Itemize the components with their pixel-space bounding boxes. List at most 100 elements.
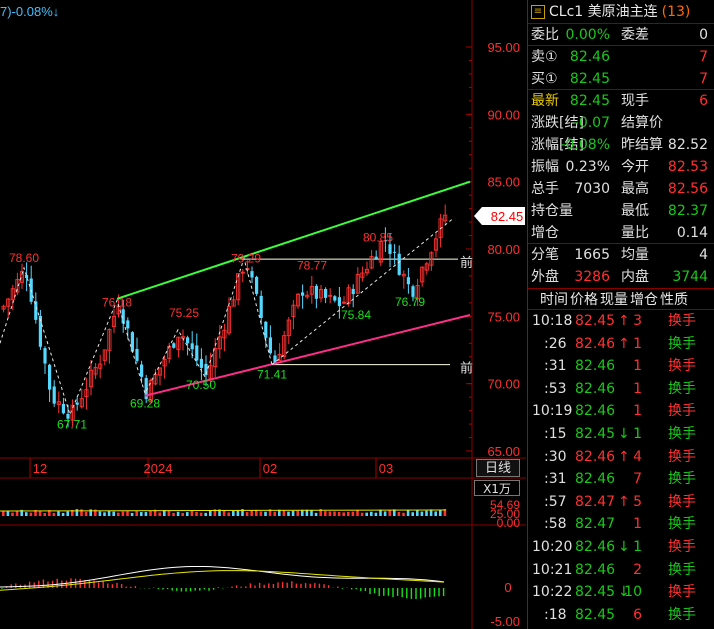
candle-body [199,358,203,368]
quote-label: 内盘 [621,269,649,285]
volume-bar [287,511,290,516]
quote-label: 最高 [621,181,649,197]
tick-price: 82.45 [575,425,616,442]
contract-count: (13) [661,3,691,20]
tick-row[interactable]: :18 82.45 6 换手 [528,604,714,627]
volume-bar [328,511,332,516]
tick-volume: 7 [633,471,642,488]
tick-nature: 换手 [668,471,696,488]
tick-time: :58 [544,516,567,533]
quote-value: 82.52 [667,137,708,153]
tick-time: :30 [544,448,567,465]
tick-time: :31 [544,358,567,375]
tick-row[interactable]: :53 82.46 1 换手 [528,378,714,401]
tick-volume: 4 [633,448,642,465]
quote-value: 0.00% [565,27,610,43]
tick-time: :18 [544,606,567,623]
kline-chart[interactable]: 7)-0.08%↓ 95.00 90.00 85.00 80.00 75.00 70.00 6… [0,0,526,629]
tick-price: 82.47 [575,516,616,533]
volume-bar [273,511,276,516]
quote-value: 3744 [672,269,708,285]
tick-time: :15 [544,425,567,442]
ticks-header-cell: 增仓 [630,292,658,308]
quote-row: 涨幅[结] -0.08% 昨结算 82.52 [528,134,714,156]
tick-row[interactable]: :58 82.47 1 换手 [528,513,714,536]
volume-bar [66,511,69,516]
tick-time: :53 [544,380,567,397]
tick-row[interactable]: :31 82.46 7 换手 [528,468,714,491]
tick-nature: 换手 [668,584,696,601]
volume-bar [140,512,143,516]
quote-value: 1665 [574,247,610,263]
quote-label: 量比 [621,225,649,241]
quote-value: 7 [699,49,708,65]
volume-bar [402,512,405,516]
volume-bar [264,511,267,516]
ticks-list[interactable]: 10:18 82.45 ↑ 3 换手:26 82.46 ↑ 1 换手:31 82.46 1 换手:53… [528,310,714,626]
volume-bar [342,512,345,516]
tick-row[interactable]: :30 82.46 ↑ 4 换手 [528,446,714,469]
tick-direction: ↑ [618,313,630,329]
price-axis-label: 75.00 [487,309,520,324]
volume-bar [365,512,368,516]
tick-row[interactable]: :15 82.45 ↓ 1 换手 [528,423,714,446]
candle-body [25,274,29,279]
volume-bar [103,512,106,516]
tick-direction: ↑ [618,493,630,510]
quote-row: 增仓 量比 0.14 [528,222,714,244]
volume-bar [259,511,263,516]
tick-row[interactable]: 10:21 82.46 2 换手 [528,559,714,582]
candle-body [259,295,263,318]
price-annotation: 71.41 [257,368,287,382]
candle-body [140,364,144,377]
ticks-header-cell: 性质 [660,292,688,308]
quote-value: 82.37 [667,203,708,219]
quote-value: -0.07 [573,115,610,131]
date-axis-label: 02 [263,461,277,476]
volume-bar [135,510,138,516]
volume-bar [107,510,111,516]
quote-rows: 委比 0.00% 委差 0 卖① 82.46 7 买① 82.45 7 最新 82.45 现手 6 涨跌[结… [528,24,714,288]
volume-bar [112,511,115,516]
volume-bar [121,511,125,516]
tick-volume: 1 [633,358,642,375]
quote-label: 委比 [531,27,559,43]
period-tab-daily[interactable]: 日线 [476,459,520,477]
tick-nature: 换手 [668,313,696,329]
volume-scale-label[interactable]: X1万 [474,480,520,496]
tick-price: 82.46 [575,403,616,420]
volume-bar [43,512,46,516]
tick-price: 82.46 [575,335,616,352]
candle-body [61,403,65,414]
price-axis-label: 95.00 [487,40,520,55]
tick-row[interactable]: 10:18 82.45 ↑ 3 换手 [528,310,714,333]
volume-bar [250,510,253,516]
quote-row: 最新 82.45 现手 6 [528,90,714,112]
tick-volume: 1 [633,403,642,420]
tick-volume: 5 [633,493,642,510]
volume-bar [227,512,230,516]
volume-bar [199,512,203,516]
tick-row[interactable]: :57 82.47 ↑ 5 换手 [528,491,714,514]
candle-body [397,253,401,275]
kline-chart-area[interactable]: 7)-0.08%↓ 95.00 90.00 85.00 80.00 75.00 70.00 6… [0,0,526,629]
tick-row[interactable]: :26 82.46 ↑ 1 换手 [528,333,714,356]
tick-row[interactable]: :31 82.46 1 换手 [528,355,714,378]
ticks-header: 时间 价格 现量 增仓 性质 [528,288,714,310]
price-annotation: 78.77 [297,259,327,273]
volume-bar [117,512,120,516]
tick-row[interactable]: 10:20 82.46 ↓ 1 换手 [528,536,714,559]
tick-nature: 换手 [668,538,696,555]
menu-icon[interactable]: ≡ [531,4,545,19]
volume-bar [232,510,235,516]
volume-bar [296,510,299,516]
quote-label: 昨结算 [621,137,663,153]
quote-value: 82.53 [667,159,708,175]
tick-volume: 6 [633,606,642,623]
volume-ma-line [0,509,447,512]
tick-row[interactable]: 10:19 82.46 1 换手 [528,400,714,423]
volume-bar [356,510,359,516]
volume-bar [181,512,184,516]
candle-body [324,288,328,298]
tick-row[interactable]: 10:22 82.45 ↓ 10 换手 [528,581,714,604]
